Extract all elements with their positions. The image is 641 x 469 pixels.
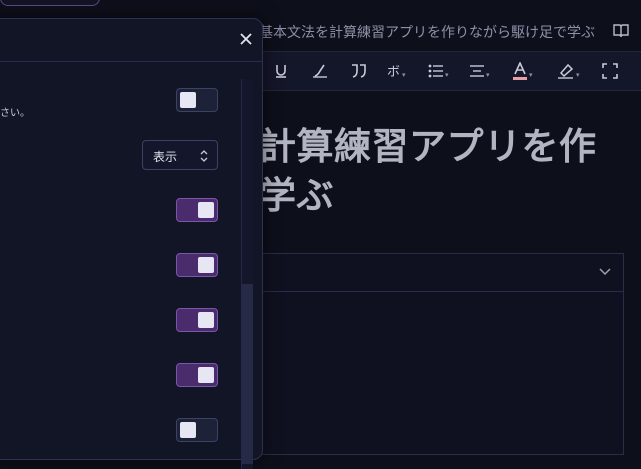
formatting-toolbar: ボ ▾ ▾ ▾ ▾ ▾ (260, 52, 641, 91)
bullet-list-icon[interactable]: ▾ (428, 62, 449, 80)
settings-panel (0, 18, 263, 469)
svg-text:ボ: ボ (387, 65, 400, 79)
toggle-5[interactable] (176, 363, 218, 387)
ruby-icon[interactable]: ボ ▾ (387, 62, 406, 80)
toggle-2[interactable] (176, 198, 218, 222)
fullscreen-icon[interactable] (602, 62, 618, 80)
toggle-knob (198, 312, 214, 328)
document-title: 基本文法を計算練習アプリを作りながら駆け足で学ぶ (259, 25, 595, 41)
toggle-1[interactable] (176, 88, 218, 112)
select-updown-icon (200, 150, 208, 162)
quote-icon[interactable] (350, 62, 368, 80)
scrollbar[interactable] (241, 79, 253, 469)
book-icon[interactable] (612, 22, 630, 40)
display-select-value: 表示 (153, 150, 178, 164)
toggle-knob (198, 202, 214, 218)
settings-panel-header (0, 19, 262, 62)
setting-description: さい。 (0, 108, 30, 119)
heading-line-1: 計算練習アプリを作 (259, 125, 597, 168)
toggle-knob (198, 257, 214, 273)
strikethrough-icon[interactable] (312, 62, 328, 80)
align-icon[interactable]: ▾ (469, 62, 490, 80)
content-block-header[interactable] (261, 254, 623, 292)
chevron-down-icon[interactable] (599, 266, 611, 276)
close-icon[interactable] (235, 28, 257, 50)
display-select[interactable]: 表示 (142, 140, 218, 170)
toggle-6[interactable] (176, 418, 218, 442)
underline-icon[interactable] (274, 62, 288, 80)
heading-line-2: 学ぶ (259, 174, 334, 217)
content-block[interactable] (260, 253, 624, 455)
top-tab[interactable] (0, 0, 100, 6)
toggle-knob (180, 422, 196, 438)
article-heading: 計算練習アプリを作 学ぶ (259, 122, 641, 220)
toggle-3[interactable] (176, 253, 218, 277)
toggle-knob (198, 367, 214, 383)
highlight-icon[interactable]: ▾ (557, 62, 580, 80)
scrollbar-thumb[interactable] (242, 284, 253, 464)
text-color-icon[interactable]: ▾ (512, 62, 533, 80)
toggle-4[interactable] (176, 308, 218, 332)
toggle-knob (180, 92, 196, 108)
